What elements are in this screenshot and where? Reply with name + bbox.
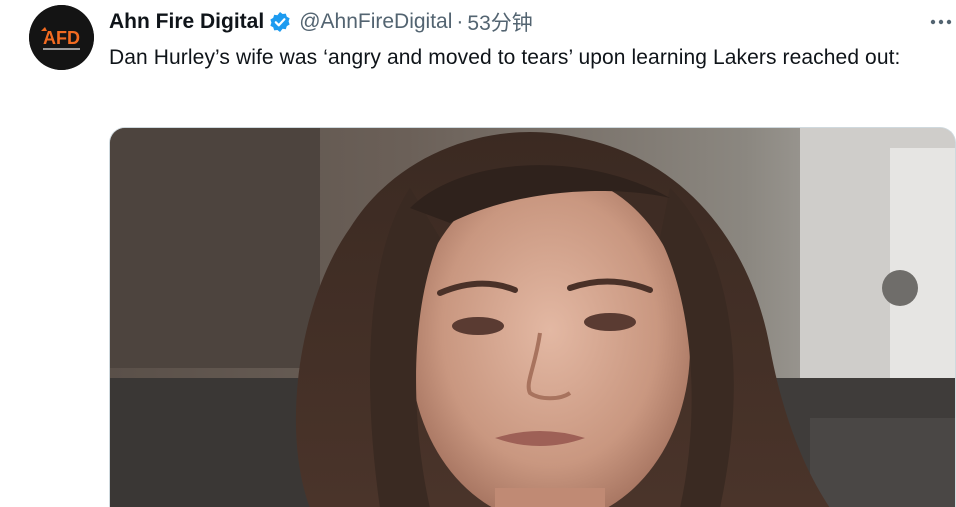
tweet-card[interactable]: AFD Ahn Fire Digital @AhnFireDigital · 5… [0,0,956,507]
author-name[interactable]: Ahn Fire Digital [109,10,264,34]
tweet-text: Dan Hurley’s wife was ‘angry and moved t… [109,46,901,69]
tweet-media-video[interactable] [109,127,956,507]
author-handle[interactable]: @AhnFireDigital [299,10,452,34]
avatar[interactable]: AFD [29,5,94,70]
more-options-icon[interactable] [928,10,954,32]
video-thumbnail [110,128,955,507]
svg-text:AFD: AFD [43,28,80,48]
separator-dot: · [456,10,464,33]
tweet-header: Ahn Fire Digital @AhnFireDigital · 53分钟 [109,8,533,36]
verified-badge-icon [269,11,291,33]
afd-logo: AFD [29,5,94,70]
tweet-timestamp[interactable]: 53分钟 [467,7,532,37]
